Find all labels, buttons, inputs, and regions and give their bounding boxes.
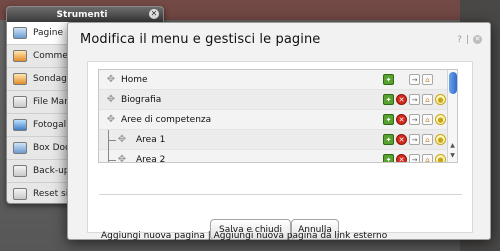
gear-icon[interactable]: ✦ xyxy=(383,134,394,145)
delete-icon[interactable]: ✕ xyxy=(396,154,407,162)
scroll-down-icon[interactable]: ▼ xyxy=(448,152,457,159)
tree-connector xyxy=(108,160,116,161)
page-label: Home xyxy=(121,74,148,85)
gear-icon[interactable]: ✦ xyxy=(383,94,394,105)
page-row-area-1[interactable]: ✥ Area 1 ✦ ✕ → ⌂ ● xyxy=(99,130,457,150)
dialog-divider: | xyxy=(465,35,469,45)
page-row-home[interactable]: ✥ Home ✦ → ⌂ xyxy=(99,70,457,90)
tree-connector xyxy=(108,130,109,162)
dialog-controls: ? | ✕ xyxy=(457,35,482,45)
add-external-page-link[interactable]: Aggiungi nuova pagina da link esterno xyxy=(214,231,388,241)
tools-window-title: Strumenti xyxy=(56,9,108,20)
row-actions: ✦ ✕ → ⌂ ● xyxy=(383,134,446,145)
gear-icon[interactable]: ✦ xyxy=(383,154,394,162)
home-icon[interactable]: ⌂ xyxy=(422,74,433,85)
home-icon[interactable]: ⌂ xyxy=(422,94,433,105)
scrollbar-thumb[interactable] xyxy=(449,72,457,94)
help-button[interactable]: ? xyxy=(457,35,462,45)
tool-item-label: Pagine xyxy=(33,28,63,38)
arrow-right-icon[interactable]: → xyxy=(409,154,420,162)
link-separator: | xyxy=(207,231,211,241)
drag-handle-icon[interactable]: ✥ xyxy=(117,135,127,145)
pages-icon xyxy=(13,27,27,39)
row-actions: ✦ → ⌂ xyxy=(383,74,433,85)
divider xyxy=(99,194,462,195)
tools-window-header[interactable]: Strumenti ✕ xyxy=(7,7,163,22)
dialog-title: Modifica il menu e gestisci le pagine xyxy=(80,32,321,47)
page-row-area-2[interactable]: ✥ Area 2 ✦ ✕ → ⌂ ● xyxy=(99,150,457,163)
polls-icon xyxy=(13,73,27,85)
arrow-right-icon[interactable]: → xyxy=(409,94,420,105)
tree-connector xyxy=(108,140,116,141)
file-manager-icon xyxy=(13,96,27,108)
page-label: Biografia xyxy=(121,94,162,105)
delete-icon[interactable]: ✕ xyxy=(396,114,407,125)
row-actions: ✦ ✕ → ⌂ ● xyxy=(383,94,446,105)
row-actions: ✦ ✕ → ⌂ ● xyxy=(383,154,446,162)
photo-gallery-icon xyxy=(13,119,27,131)
page-label: Aree di competenza xyxy=(121,114,212,125)
page-label: Area 2 xyxy=(136,154,166,163)
menu-pages-dialog: Modifica il menu e gestisci le pagine ? … xyxy=(67,22,491,241)
reset-icon xyxy=(13,188,27,200)
drag-handle-icon[interactable]: ✥ xyxy=(106,115,116,125)
close-icon[interactable]: ✕ xyxy=(473,35,482,44)
gear-icon[interactable]: ✦ xyxy=(383,114,394,125)
scroll-up-icon[interactable]: ▲ xyxy=(448,142,457,149)
bulb-icon[interactable]: ● xyxy=(435,94,446,105)
home-icon[interactable]: ⌂ xyxy=(422,154,433,162)
page-label: Area 1 xyxy=(136,134,166,145)
page-row-biografia[interactable]: ✥ Biografia ✦ ✕ → ⌂ ● xyxy=(99,90,457,110)
comments-icon xyxy=(13,50,27,62)
page-tree: ✥ Home ✦ → ⌂ ✥ Biografia ✦ ✕ → ⌂ ● ✥ Are… xyxy=(98,69,458,163)
home-icon[interactable]: ⌂ xyxy=(422,114,433,125)
documents-box-icon xyxy=(13,142,27,154)
arrow-right-icon[interactable]: → xyxy=(409,114,420,125)
delete-icon[interactable]: ✕ xyxy=(396,94,407,105)
backup-icon xyxy=(13,165,27,177)
drag-handle-icon[interactable]: ✥ xyxy=(117,155,127,163)
dialog-content: ✥ Home ✦ → ⌂ ✥ Biografia ✦ ✕ → ⌂ ● ✥ Are… xyxy=(87,61,473,240)
page-row-aree-di-competenza[interactable]: ✥ Aree di competenza ✦ ✕ → ⌂ ● xyxy=(99,110,457,130)
add-page-links: Aggiungi nuova pagina | Aggiungi nuova p… xyxy=(101,231,387,241)
arrow-right-icon[interactable]: → xyxy=(409,134,420,145)
row-actions: ✦ ✕ → ⌂ ● xyxy=(383,114,446,125)
add-page-link[interactable]: Aggiungi nuova pagina xyxy=(101,231,205,241)
bulb-icon[interactable]: ● xyxy=(435,134,446,145)
drag-handle-icon[interactable]: ✥ xyxy=(106,75,116,85)
arrow-right-icon[interactable]: → xyxy=(409,74,420,85)
bulb-icon[interactable]: ● xyxy=(435,154,446,162)
delete-icon[interactable]: ✕ xyxy=(396,134,407,145)
drag-handle-icon[interactable]: ✥ xyxy=(106,95,116,105)
gear-icon[interactable]: ✦ xyxy=(383,74,394,85)
scrollbar[interactable]: ▲ ▼ xyxy=(447,70,457,162)
close-icon[interactable]: ✕ xyxy=(149,9,159,19)
bulb-icon[interactable]: ● xyxy=(435,114,446,125)
home-icon[interactable]: ⌂ xyxy=(422,134,433,145)
